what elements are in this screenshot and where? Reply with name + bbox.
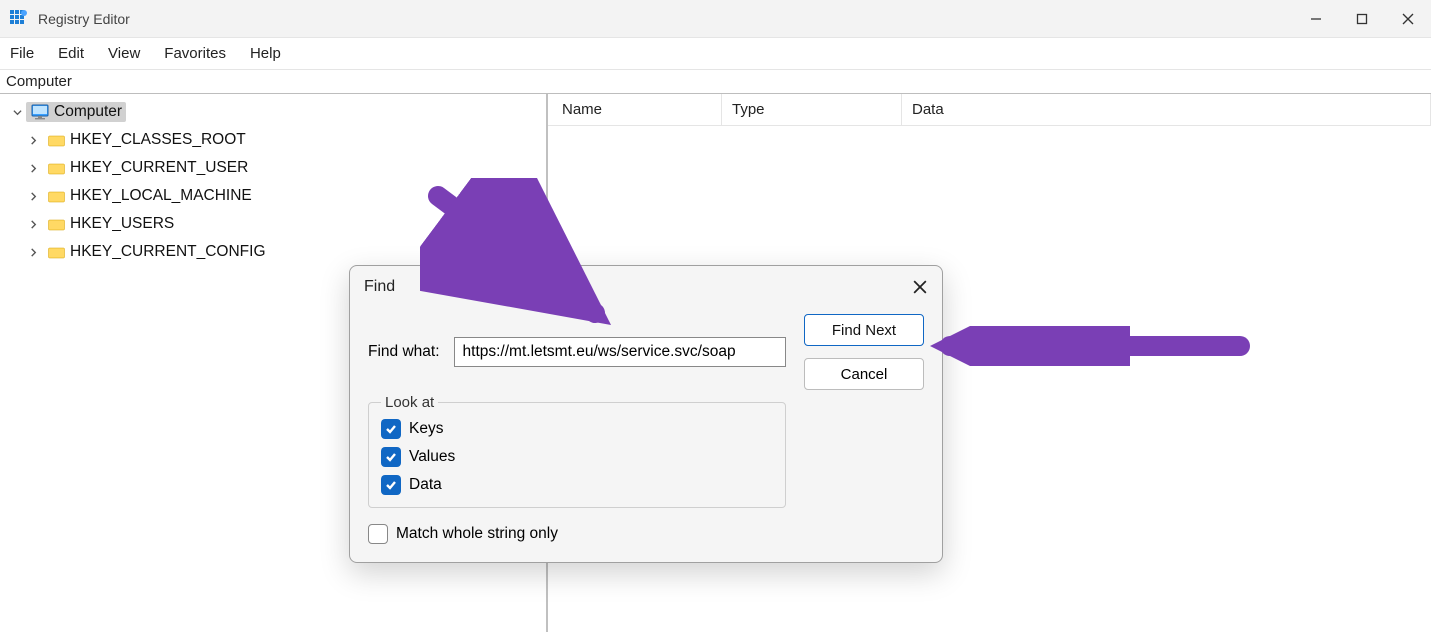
column-name[interactable]: Name	[548, 94, 722, 125]
find-what-input[interactable]	[454, 337, 786, 367]
checkbox-data[interactable]	[381, 475, 401, 495]
look-at-group: Look at Keys Values Data	[368, 402, 786, 508]
tree-item-label: HKEY_LOCAL_MACHINE	[70, 187, 252, 205]
folder-icon	[46, 161, 66, 175]
window-controls	[1293, 0, 1431, 37]
tree-item-label: HKEY_CLASSES_ROOT	[70, 131, 246, 149]
expand-icon[interactable]	[26, 248, 40, 257]
look-at-legend: Look at	[381, 394, 438, 411]
checkbox-keys[interactable]	[381, 419, 401, 439]
menu-view[interactable]: View	[96, 38, 152, 69]
expand-icon[interactable]	[26, 136, 40, 145]
checkbox-values[interactable]	[381, 447, 401, 467]
folder-icon	[46, 245, 66, 259]
collapse-icon[interactable]	[10, 108, 24, 117]
column-data[interactable]: Data	[902, 94, 1431, 125]
tree-item-label: HKEY_CURRENT_CONFIG	[70, 243, 266, 261]
close-button[interactable]	[1385, 0, 1431, 37]
address-text: Computer	[6, 73, 72, 90]
menu-edit[interactable]: Edit	[46, 38, 96, 69]
cancel-button[interactable]: Cancel	[804, 358, 924, 390]
menubar: File Edit View Favorites Help	[0, 38, 1431, 70]
titlebar: Registry Editor	[0, 0, 1431, 38]
dialog-title: Find	[364, 278, 395, 296]
menu-file[interactable]: File	[0, 38, 46, 69]
minimize-button[interactable]	[1293, 0, 1339, 37]
checkbox-match-whole-label: Match whole string only	[396, 525, 558, 543]
addressbar[interactable]: Computer	[0, 70, 1431, 94]
column-type[interactable]: Type	[722, 94, 902, 125]
find-dialog: Find Find what: Find Next Cancel Look at…	[349, 265, 943, 563]
tree-root[interactable]: Computer	[0, 98, 546, 126]
find-what-label: Find what:	[368, 343, 440, 361]
expand-icon[interactable]	[26, 164, 40, 173]
folder-icon	[46, 217, 66, 231]
tree-item[interactable]: HKEY_USERS	[26, 210, 546, 238]
folder-icon	[46, 133, 66, 147]
tree-root-label: Computer	[54, 103, 122, 121]
folder-icon	[46, 189, 66, 203]
computer-icon	[30, 104, 50, 120]
tree-item-label: HKEY_USERS	[70, 215, 174, 233]
dialog-titlebar[interactable]: Find	[350, 266, 942, 308]
checkbox-values-label: Values	[409, 448, 455, 466]
tree-item[interactable]: HKEY_CURRENT_USER	[26, 154, 546, 182]
tree-item[interactable]: HKEY_CURRENT_CONFIG	[26, 238, 546, 266]
checkbox-data-label: Data	[409, 476, 442, 494]
menu-favorites[interactable]: Favorites	[152, 38, 238, 69]
maximize-button[interactable]	[1339, 0, 1385, 37]
window-title: Registry Editor	[38, 11, 130, 27]
find-next-button[interactable]: Find Next	[804, 314, 924, 346]
checkbox-match-whole[interactable]	[368, 524, 388, 544]
checkbox-keys-label: Keys	[409, 420, 443, 438]
expand-icon[interactable]	[26, 192, 40, 201]
column-headers: Name Type Data	[548, 94, 1431, 126]
dialog-close-button[interactable]	[904, 271, 936, 303]
tree-item-label: HKEY_CURRENT_USER	[70, 159, 248, 177]
tree-item[interactable]: HKEY_CLASSES_ROOT	[26, 126, 546, 154]
tree-item[interactable]: HKEY_LOCAL_MACHINE	[26, 182, 546, 210]
menu-help[interactable]: Help	[238, 38, 293, 69]
app-icon	[10, 10, 28, 28]
expand-icon[interactable]	[26, 220, 40, 229]
